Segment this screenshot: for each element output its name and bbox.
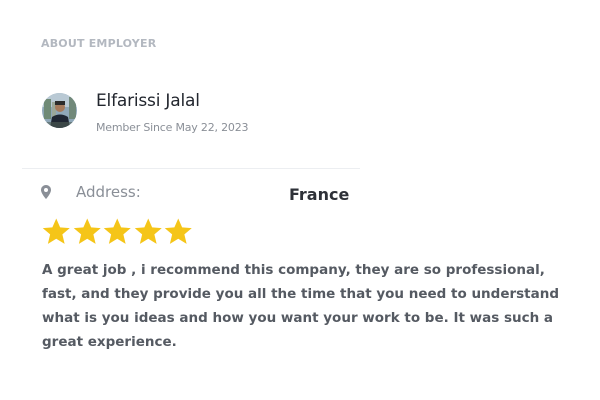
review-text: A great job , i recommend this company, …: [42, 262, 560, 350]
star-icon: [103, 218, 131, 244]
address-value: France: [289, 185, 350, 204]
star-icon: [73, 218, 101, 244]
address-label: Address:: [76, 183, 141, 201]
map-pin-icon: [41, 185, 51, 199]
star-icon: [42, 218, 70, 244]
employer-avatar[interactable]: [42, 93, 77, 128]
star-icon: [134, 218, 162, 244]
employer-name[interactable]: Elfarissi Jalal: [96, 91, 200, 111]
avatar-photo-icon: [42, 93, 77, 128]
divider: [22, 168, 360, 169]
star-icon: [164, 218, 192, 244]
star-rating: [41, 217, 194, 249]
section-heading: ABOUT EMPLOYER: [41, 37, 157, 50]
member-since-date: Member Since May 22, 2023: [96, 121, 249, 134]
